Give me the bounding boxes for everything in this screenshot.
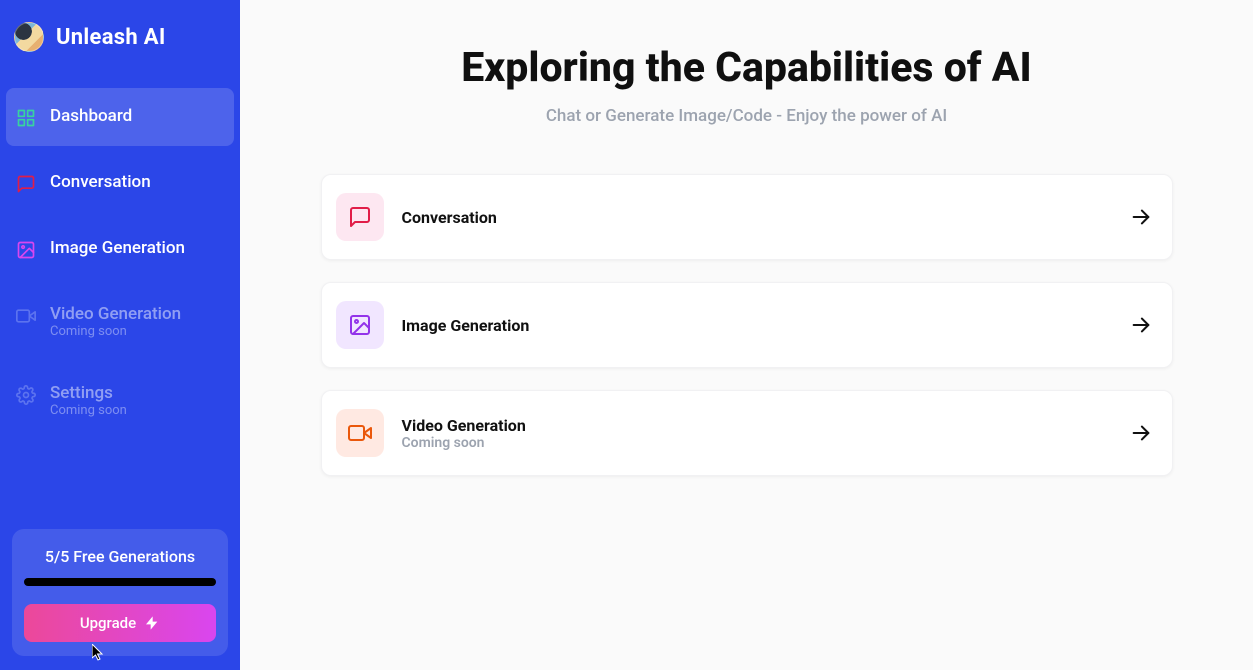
main-content: Exploring the Capabilities of AI Chat or… xyxy=(240,0,1253,670)
sidebar-item-label: Dashboard xyxy=(50,106,132,126)
sidebar-item-label: Settings xyxy=(50,383,127,403)
sidebar-item-image-generation[interactable]: Image Generation xyxy=(0,220,240,278)
dashboard-icon xyxy=(16,108,36,128)
page-subtitle: Chat or Generate Image/Code - Enjoy the … xyxy=(546,106,947,126)
brand[interactable]: Unleash AI xyxy=(0,0,240,74)
sidebar-item-label: Video Generation xyxy=(50,304,181,324)
image-icon xyxy=(16,240,36,260)
feature-list: Conversation Image Generation xyxy=(321,174,1173,476)
upgrade-button[interactable]: Upgrade xyxy=(24,604,216,642)
brand-logo-icon xyxy=(14,22,44,52)
sidebar-item-label: Conversation xyxy=(50,172,151,192)
upgrade-box: 5/5 Free Generations Upgrade xyxy=(12,529,228,656)
feature-card-video-generation[interactable]: Video Generation Coming soon xyxy=(321,390,1173,476)
sidebar-item-settings: Settings Coming soon xyxy=(0,365,240,436)
progress-bar xyxy=(24,578,216,586)
feature-card-conversation[interactable]: Conversation xyxy=(321,174,1173,260)
sidebar-item-conversation[interactable]: Conversation xyxy=(0,154,240,212)
feature-card-image-generation[interactable]: Image Generation xyxy=(321,282,1173,368)
gear-icon xyxy=(16,385,36,405)
image-icon xyxy=(336,301,384,349)
lightning-icon xyxy=(144,615,160,631)
video-icon xyxy=(16,306,36,326)
page-title: Exploring the Capabilities of AI xyxy=(461,44,1031,92)
arrow-right-icon xyxy=(1130,206,1152,228)
sidebar-item-sub: Coming soon xyxy=(50,324,181,339)
upgrade-button-label: Upgrade xyxy=(80,614,136,632)
sidebar-item-sub: Coming soon xyxy=(50,403,127,418)
free-generations-text: 5/5 Free Generations xyxy=(45,547,195,566)
nav: Dashboard Conversation Image Generation xyxy=(0,88,240,436)
arrow-right-icon xyxy=(1130,314,1152,336)
sidebar-item-video-generation: Video Generation Coming soon xyxy=(0,286,240,357)
sidebar: Unleash AI Dashboard Conversation xyxy=(0,0,240,670)
chat-icon xyxy=(336,193,384,241)
video-icon xyxy=(336,409,384,457)
feature-title: Video Generation xyxy=(402,416,1112,435)
sidebar-item-dashboard[interactable]: Dashboard xyxy=(6,88,234,146)
chat-icon xyxy=(16,174,36,194)
feature-title: Conversation xyxy=(402,208,1112,227)
sidebar-item-label: Image Generation xyxy=(50,238,185,258)
brand-title: Unleash AI xyxy=(56,25,166,50)
feature-sub: Coming soon xyxy=(402,435,1112,451)
arrow-right-icon xyxy=(1130,422,1152,444)
feature-title: Image Generation xyxy=(402,316,1112,335)
